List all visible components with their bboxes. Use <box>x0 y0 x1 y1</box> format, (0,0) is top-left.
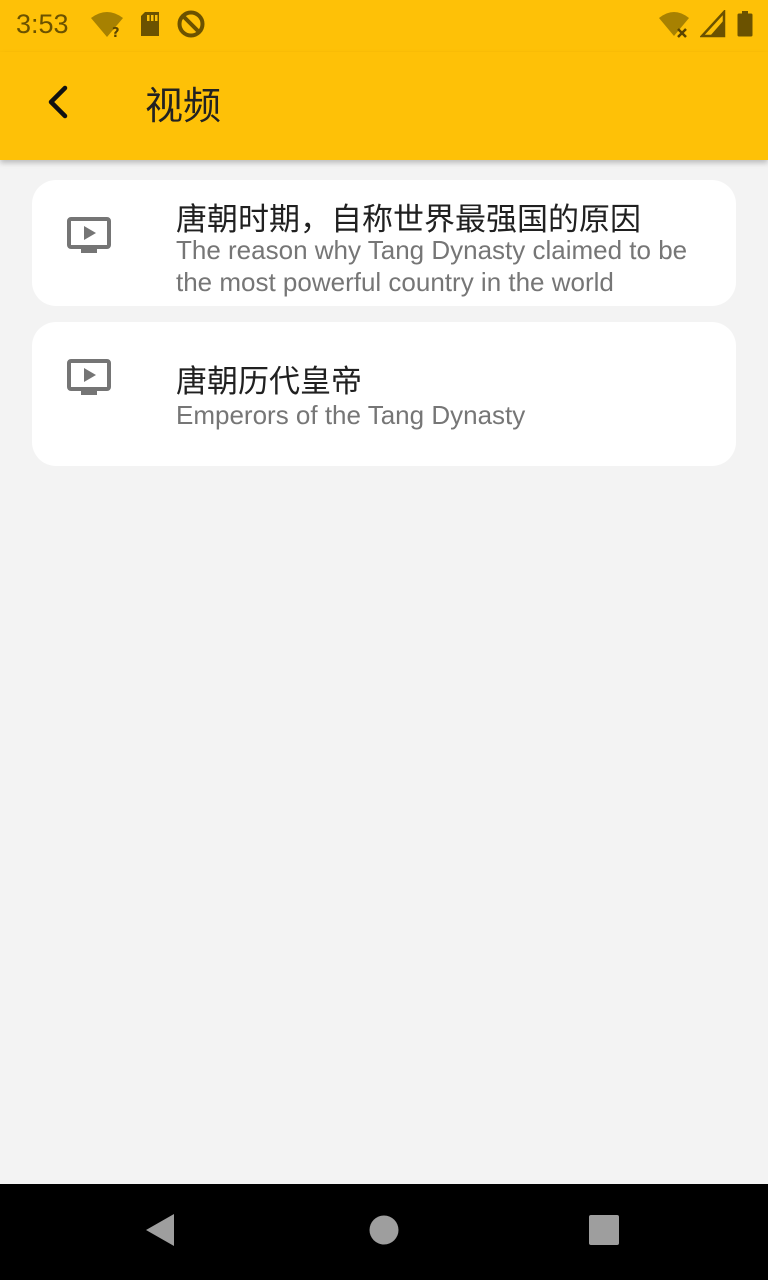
status-bar: 3:53 ? <box>0 0 768 52</box>
video-list-item[interactable]: 唐朝历代皇帝 Emperors of the Tang Dynasty <box>32 322 736 466</box>
wifi-unknown-icon: ? <box>90 9 124 43</box>
video-play-icon <box>66 216 112 258</box>
sd-card-icon <box>138 10 162 42</box>
status-icons-right <box>658 8 754 43</box>
back-arrow-icon <box>43 84 73 124</box>
back-triangle-icon <box>144 1212 176 1252</box>
video-title: 唐朝时期，自称世界最强国的原因 <box>176 202 641 238</box>
status-time: 3:53 <box>16 9 69 39</box>
battery-icon <box>736 10 754 42</box>
back-button[interactable] <box>30 76 86 132</box>
recents-square-icon <box>588 1214 620 1250</box>
video-subtitle: The reason why Tang Dynasty claimed to b… <box>176 235 688 297</box>
nav-back-button[interactable] <box>136 1208 184 1256</box>
video-title: 唐朝历代皇帝 <box>176 364 362 400</box>
status-icons-left: ? <box>90 10 206 42</box>
home-circle-icon <box>368 1214 400 1250</box>
signal-icon <box>699 8 726 42</box>
navigation-bar <box>0 1184 768 1280</box>
wifi-off-icon <box>658 9 690 43</box>
page-title: 视频 <box>145 84 222 128</box>
video-list-item[interactable]: 唐朝时期，自称世界最强国的原因 The reason why Tang Dyna… <box>32 180 736 306</box>
app-bar: 视频 <box>0 52 768 160</box>
svg-text:?: ? <box>112 26 120 39</box>
video-list: 唐朝时期，自称世界最强国的原因 The reason why Tang Dyna… <box>0 160 768 1184</box>
nav-home-button[interactable] <box>360 1208 408 1256</box>
video-subtitle: Emperors of the Tang Dynasty <box>176 400 526 430</box>
nav-recents-button[interactable] <box>580 1208 628 1256</box>
sync-blocked-icon <box>176 9 206 43</box>
video-play-icon <box>66 358 112 400</box>
